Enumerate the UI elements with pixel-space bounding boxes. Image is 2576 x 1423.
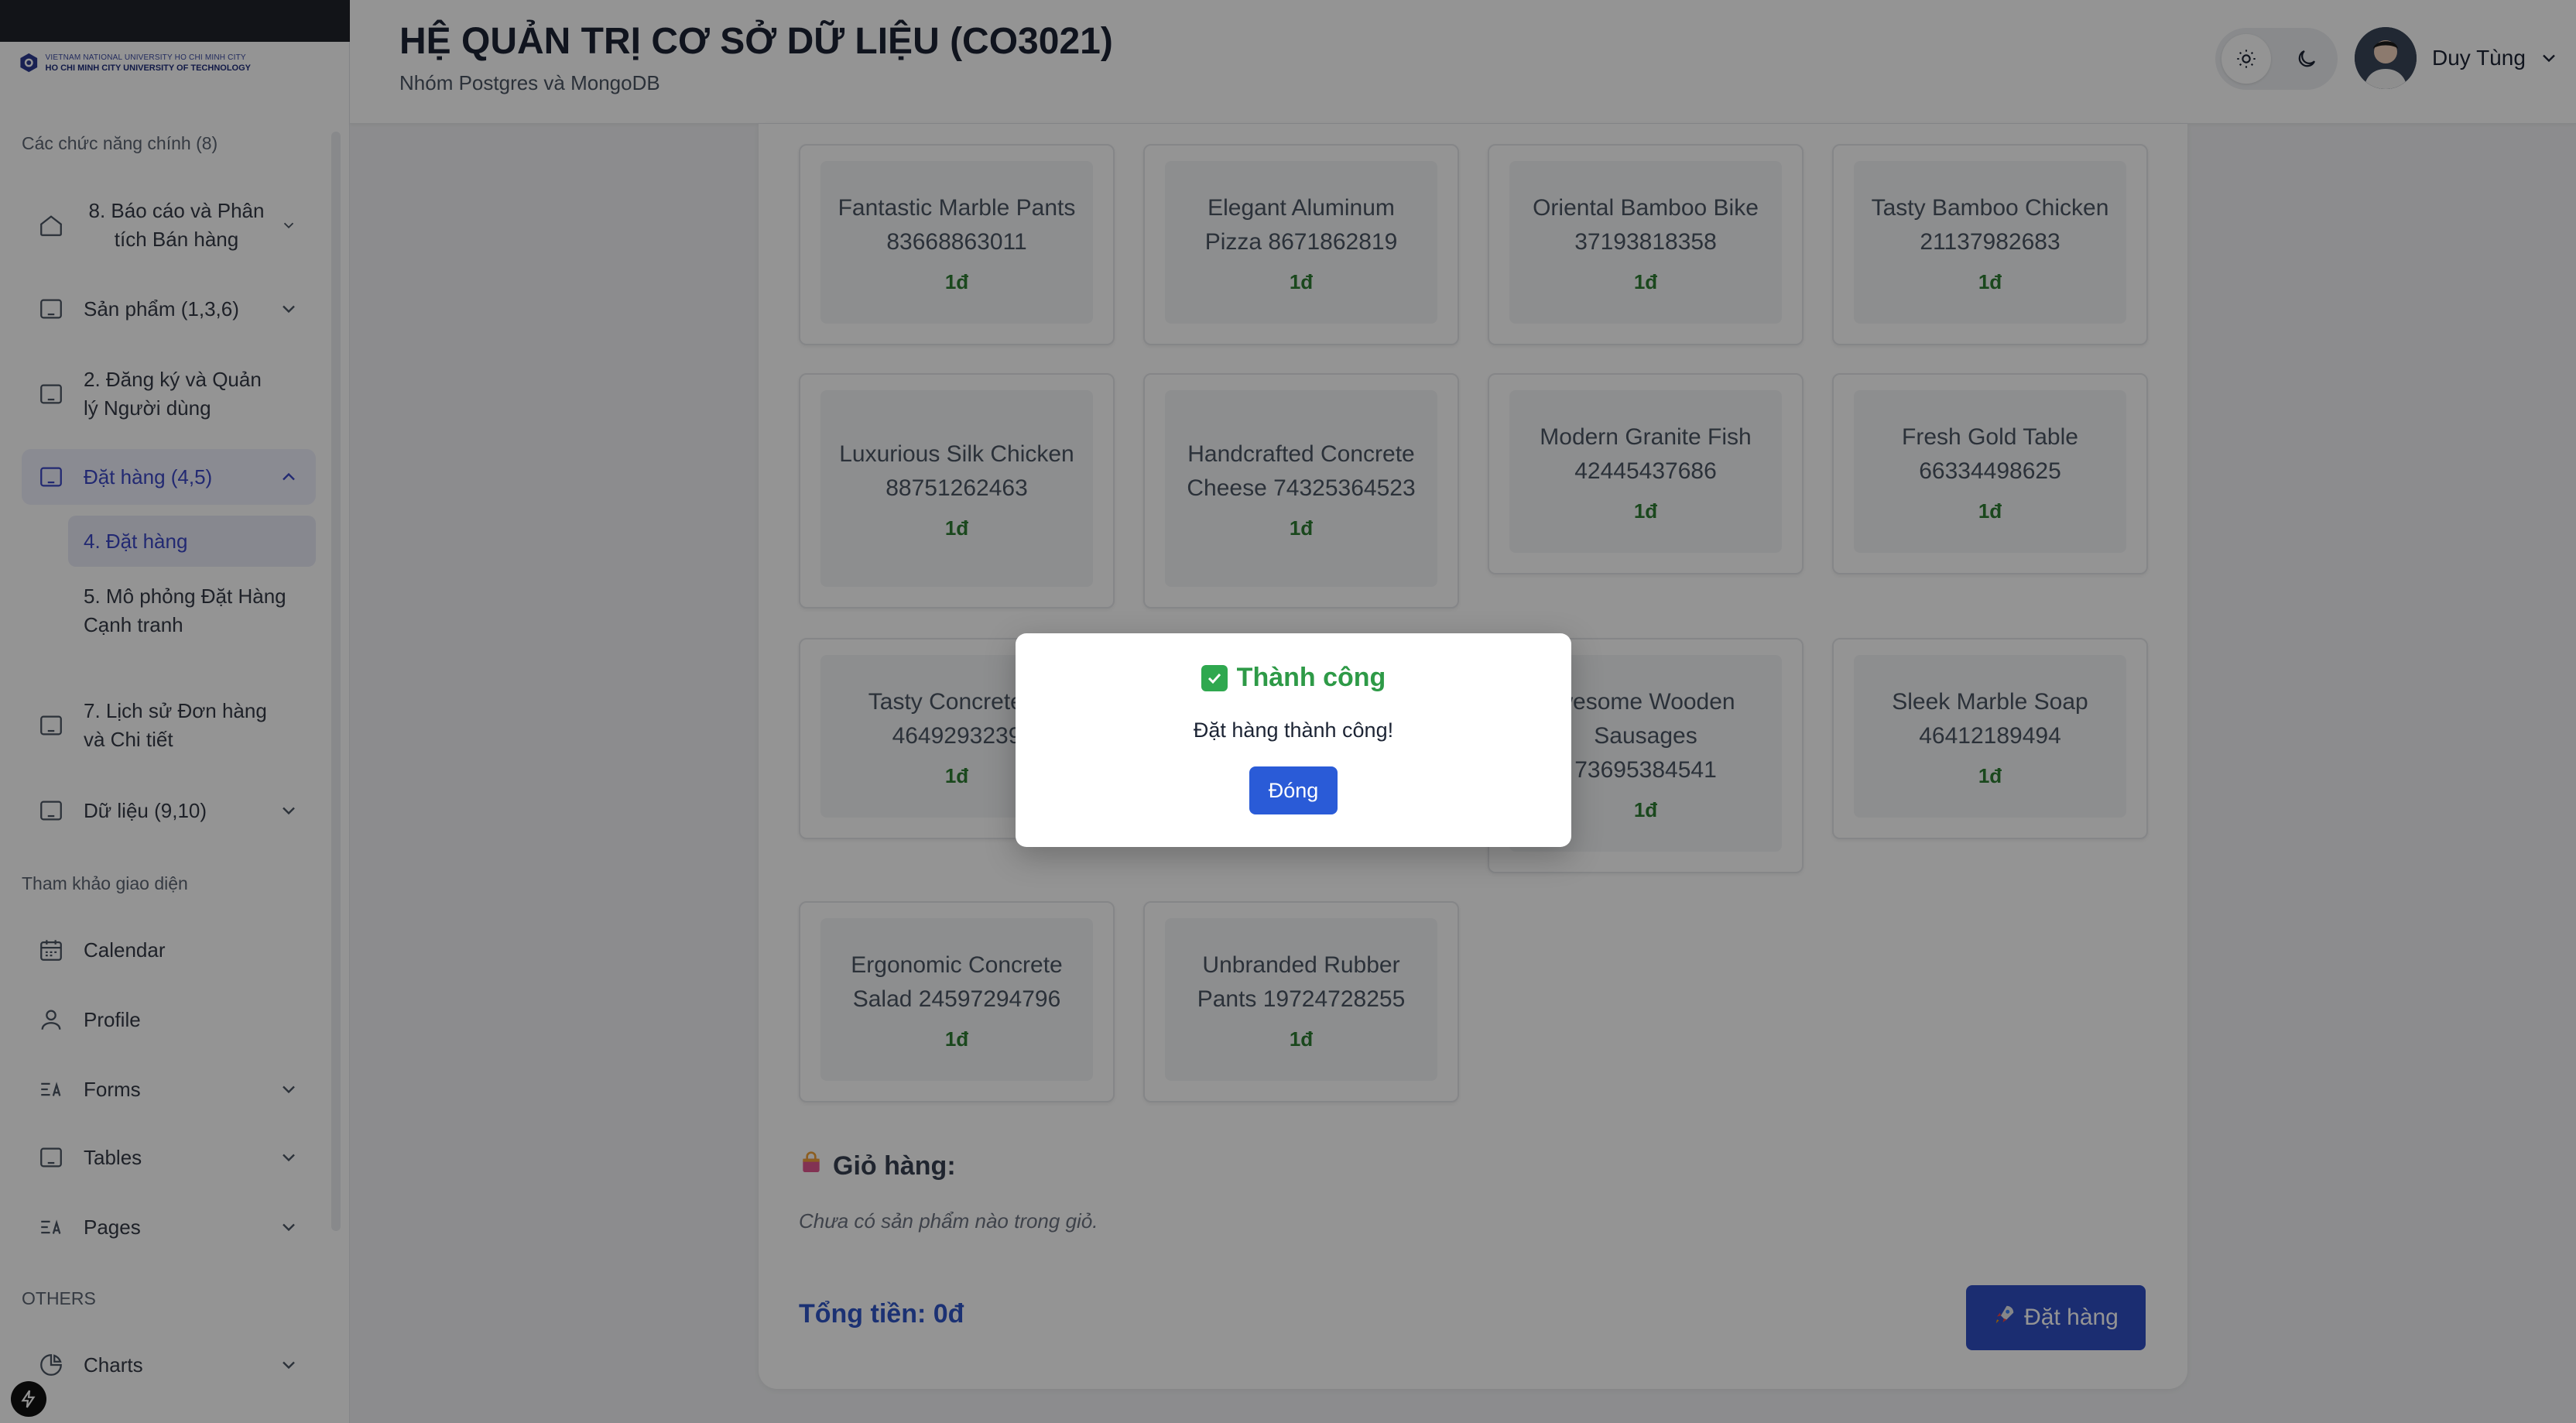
dialog-title-text: Thành công	[1236, 663, 1386, 692]
success-dialog: Thành công Đặt hàng thành công! Đóng	[1016, 633, 1571, 847]
close-dialog-button[interactable]: Đóng	[1249, 766, 1338, 814]
dialog-title: Thành công	[1016, 663, 1571, 693]
dialog-message: Đặt hàng thành công!	[1193, 718, 1394, 742]
check-icon	[1201, 664, 1228, 691]
